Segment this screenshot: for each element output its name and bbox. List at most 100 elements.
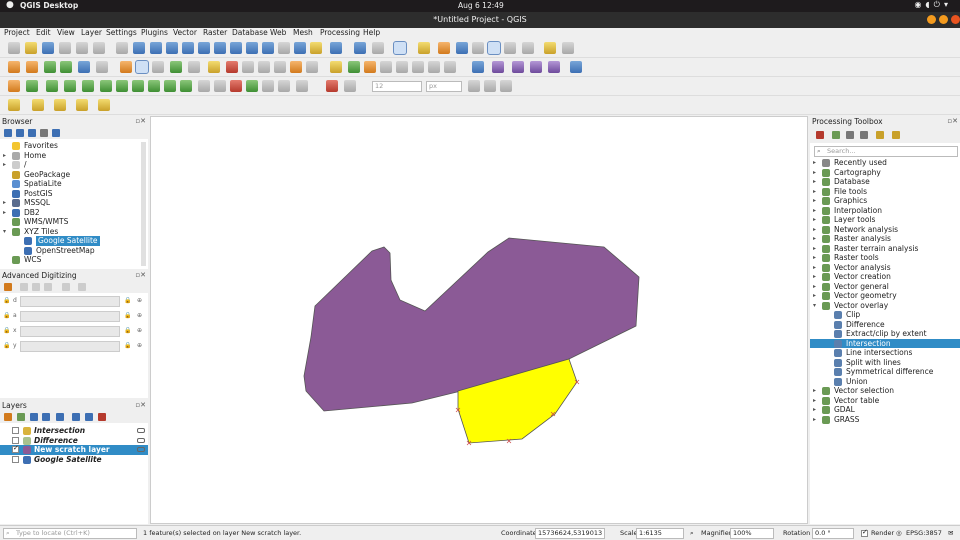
shape-digitize-polygon-icon[interactable] bbox=[98, 99, 110, 111]
data-source-manager-icon[interactable] bbox=[8, 61, 20, 73]
browser-item[interactable]: WCS bbox=[0, 255, 148, 265]
processing-item[interactable]: ▸ Raster analysis bbox=[810, 234, 960, 244]
toggle-editing-icon[interactable] bbox=[135, 60, 149, 74]
rotation-field[interactable]: 0.0 ° bbox=[812, 528, 854, 539]
processing-item[interactable]: ▸ Vector geometry bbox=[810, 291, 960, 301]
add-polygon-feature-icon[interactable] bbox=[170, 61, 182, 73]
merge-features-icon[interactable] bbox=[262, 80, 274, 92]
models-icon[interactable] bbox=[816, 131, 824, 139]
zoom-out-icon[interactable] bbox=[166, 42, 178, 54]
crs-icon[interactable]: ◎ bbox=[896, 529, 902, 537]
add-circle-icon[interactable] bbox=[26, 80, 38, 92]
menu-database[interactable]: Database bbox=[232, 28, 268, 37]
zoom-last-icon[interactable] bbox=[246, 42, 258, 54]
snap-settings-icon[interactable] bbox=[62, 283, 70, 291]
browser-item[interactable]: ▸ DB2 bbox=[0, 208, 148, 218]
reverse-line-icon[interactable] bbox=[484, 80, 496, 92]
processing-item[interactable]: ▸ Cartography bbox=[810, 168, 960, 178]
expand-arrow-icon[interactable]: ▸ bbox=[813, 291, 819, 301]
expand-arrow-icon[interactable]: ▸ bbox=[813, 177, 819, 187]
layer-labeling-icon[interactable] bbox=[348, 61, 360, 73]
relative-lock-icon[interactable]: 🔒 bbox=[124, 312, 131, 319]
processing-item[interactable]: ▸ Vector table bbox=[810, 396, 960, 406]
style-manager-icon[interactable] bbox=[93, 42, 105, 54]
browser-item[interactable]: SpatiaLite bbox=[0, 179, 148, 189]
processing-item[interactable]: ▸ Layer tools bbox=[810, 215, 960, 225]
expand-arrow-icon[interactable]: ▸ bbox=[813, 225, 819, 235]
perpendicular-icon[interactable] bbox=[44, 283, 52, 291]
layer-visibility-checkbox[interactable] bbox=[12, 455, 19, 463]
add-delimited-text-icon[interactable] bbox=[96, 61, 108, 73]
shape-digitize-rectangle-icon[interactable] bbox=[76, 99, 88, 111]
zoom-to-layer-icon[interactable] bbox=[214, 42, 226, 54]
processing-item[interactable]: Clip bbox=[810, 310, 960, 320]
repeat-lock-icon[interactable]: ⊕ bbox=[137, 327, 142, 334]
move-label-icon[interactable] bbox=[396, 61, 408, 73]
browser-item[interactable]: PostGIS bbox=[0, 189, 148, 199]
processing-item[interactable]: Extract/clip by extent bbox=[810, 329, 960, 339]
processing-item[interactable]: ▸ Raster tools bbox=[810, 253, 960, 263]
menu-view[interactable]: View bbox=[57, 28, 75, 37]
refresh-icon[interactable] bbox=[330, 42, 342, 54]
map-tips-bubble-icon[interactable] bbox=[544, 42, 556, 54]
processing-item[interactable]: ▸ Network analysis bbox=[810, 225, 960, 235]
map-svg[interactable] bbox=[151, 117, 809, 525]
zoom-to-selection-icon[interactable] bbox=[198, 42, 210, 54]
add-vector-layer-icon[interactable] bbox=[44, 61, 56, 73]
pan-to-selection-icon[interactable] bbox=[133, 42, 145, 54]
processing-item[interactable]: ▸ Vector creation bbox=[810, 272, 960, 282]
filter-browser-icon[interactable] bbox=[28, 129, 36, 137]
plugin-a-icon[interactable] bbox=[492, 61, 504, 73]
add-regular-polygon-icon[interactable] bbox=[64, 80, 76, 92]
maximize-button[interactable] bbox=[939, 15, 948, 24]
processing-item[interactable]: Union bbox=[810, 377, 960, 387]
current-edits-icon[interactable] bbox=[120, 61, 132, 73]
expand-arrow-icon[interactable]: ▸ bbox=[813, 396, 819, 406]
new-project-icon[interactable] bbox=[8, 42, 20, 54]
shape-digitize-line-icon[interactable] bbox=[8, 99, 20, 111]
processing-item[interactable]: Line intersections bbox=[810, 348, 960, 358]
new-print-layout-icon[interactable] bbox=[59, 42, 71, 54]
history-icon[interactable] bbox=[846, 131, 854, 139]
layer-row[interactable]: Difference bbox=[0, 436, 148, 446]
parallel-icon[interactable] bbox=[32, 283, 40, 291]
repeat-lock-icon[interactable]: ⊕ bbox=[137, 297, 142, 304]
menu-plugins[interactable]: Plugins bbox=[141, 28, 168, 37]
save-layer-edits-icon[interactable] bbox=[152, 61, 164, 73]
add-ring-icon[interactable] bbox=[164, 80, 176, 92]
menu-help[interactable]: Help bbox=[363, 28, 380, 37]
help-contents-icon[interactable] bbox=[570, 61, 582, 73]
browser-item[interactable]: WMS/WMTS bbox=[0, 217, 148, 227]
lock-icon[interactable]: 🔒 bbox=[3, 327, 10, 334]
browser-item[interactable]: Favorites bbox=[0, 141, 148, 151]
temporal-controller-icon[interactable] bbox=[310, 42, 322, 54]
layer-symbol-icon[interactable] bbox=[23, 446, 31, 454]
expand-arrow-icon[interactable]: ▸ bbox=[3, 160, 9, 170]
python-console-icon[interactable] bbox=[472, 61, 484, 73]
filter-legend-icon[interactable] bbox=[42, 413, 50, 421]
digitize-shape-icon[interactable] bbox=[8, 80, 20, 92]
vertex-tool-icon[interactable] bbox=[188, 61, 200, 73]
processing-item[interactable]: ▸ Raster terrain analysis bbox=[810, 244, 960, 254]
unit-select[interactable]: px bbox=[426, 81, 462, 92]
zoom-native-icon[interactable] bbox=[230, 42, 242, 54]
rotate-label-icon[interactable] bbox=[412, 61, 424, 73]
processing-item[interactable]: Difference bbox=[810, 320, 960, 330]
identify-features-icon[interactable] bbox=[354, 42, 366, 54]
expand-arrow-icon[interactable]: ▸ bbox=[813, 272, 819, 282]
browser-item[interactable]: GeoPackage bbox=[0, 170, 148, 180]
expand-arrow-icon[interactable]: ▸ bbox=[3, 198, 9, 208]
undo-icon[interactable] bbox=[290, 61, 302, 73]
remove-layer-icon[interactable] bbox=[98, 413, 106, 421]
processing-item[interactable]: ▸ Vector analysis bbox=[810, 263, 960, 273]
add-selected-icon[interactable] bbox=[4, 129, 12, 137]
rotate-point-symbols-icon[interactable] bbox=[296, 80, 308, 92]
layer-row[interactable]: Google Satellite bbox=[0, 455, 148, 465]
redo-icon[interactable] bbox=[306, 61, 318, 73]
coordinate-field[interactable]: 15736624,5319013 bbox=[535, 528, 605, 539]
processing-item[interactable]: ▸ Vector selection bbox=[810, 386, 960, 396]
open-project-icon[interactable] bbox=[25, 42, 37, 54]
processing-item[interactable]: Split with lines bbox=[810, 358, 960, 368]
expand-arrow-icon[interactable]: ▸ bbox=[813, 244, 819, 254]
processing-item[interactable]: ▸ GRASS bbox=[810, 415, 960, 425]
